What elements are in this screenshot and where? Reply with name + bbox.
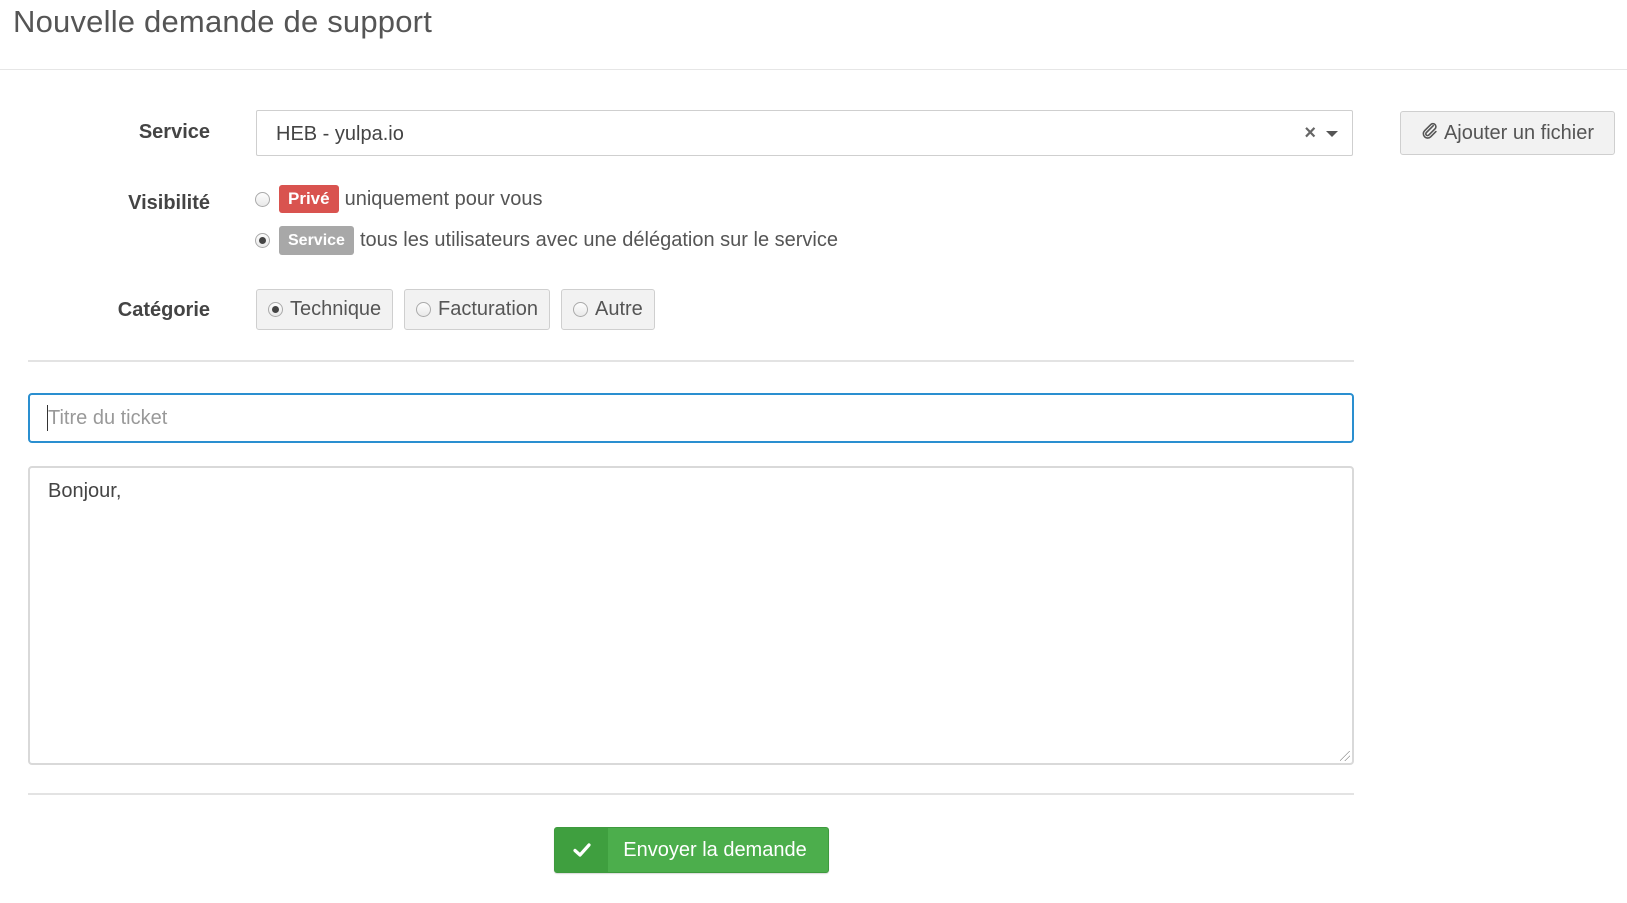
submit-button[interactable]: Envoyer la demande [554,827,829,873]
page-title: Nouvelle demande de support [13,4,433,39]
visibility-service-text: tous les utilisateurs avec une délégatio… [359,229,838,251]
visibility-private-radio[interactable] [255,191,270,207]
message-text: Bonjour, [48,480,122,502]
category-technique-radio[interactable] [268,302,283,317]
chevron-down-icon[interactable] [1326,131,1338,137]
title-divider [0,69,1627,70]
category-autre-radio[interactable] [573,302,588,317]
service-label: Service [138,121,210,143]
category-label: Catégorie [117,299,210,321]
paperclip-icon [1421,122,1438,145]
visibility-option-service[interactable]: Service tous les utilisateurs avec une d… [255,226,838,255]
clear-icon[interactable]: × [1304,122,1316,145]
resize-handle-icon[interactable] [1340,751,1350,761]
visibility-option-private[interactable]: Privé uniquement pour vous [255,185,543,213]
visibility-label: Visibilité [128,192,210,214]
section-divider [28,360,1354,362]
service-badge: Service [279,226,354,255]
ticket-title-input[interactable] [28,393,1354,443]
service-select-value: HEB - yulpa.io [276,123,404,145]
service-select[interactable]: HEB - yulpa.io × [256,110,1353,156]
add-file-button[interactable]: Ajouter un fichier [1400,111,1615,155]
category-facturation-label: Facturation [438,298,539,320]
category-technique[interactable]: Technique [256,289,394,330]
category-autre-label: Autre [595,298,643,320]
visibility-service-radio[interactable] [255,233,270,248]
category-autre[interactable]: Autre [561,289,655,330]
private-badge: Privé [279,185,339,213]
check-icon [555,828,608,872]
message-textarea[interactable]: Bonjour, [28,466,1354,765]
footer-divider [28,793,1354,795]
category-technique-label: Technique [290,298,382,320]
category-facturation[interactable]: Facturation [404,289,551,330]
text-caret [47,405,48,431]
category-facturation-radio[interactable] [416,302,431,317]
add-file-button-label: Ajouter un fichier [1443,121,1595,144]
visibility-private-text: uniquement pour vous [344,187,543,210]
submit-button-label: Envoyer la demande [623,838,807,861]
